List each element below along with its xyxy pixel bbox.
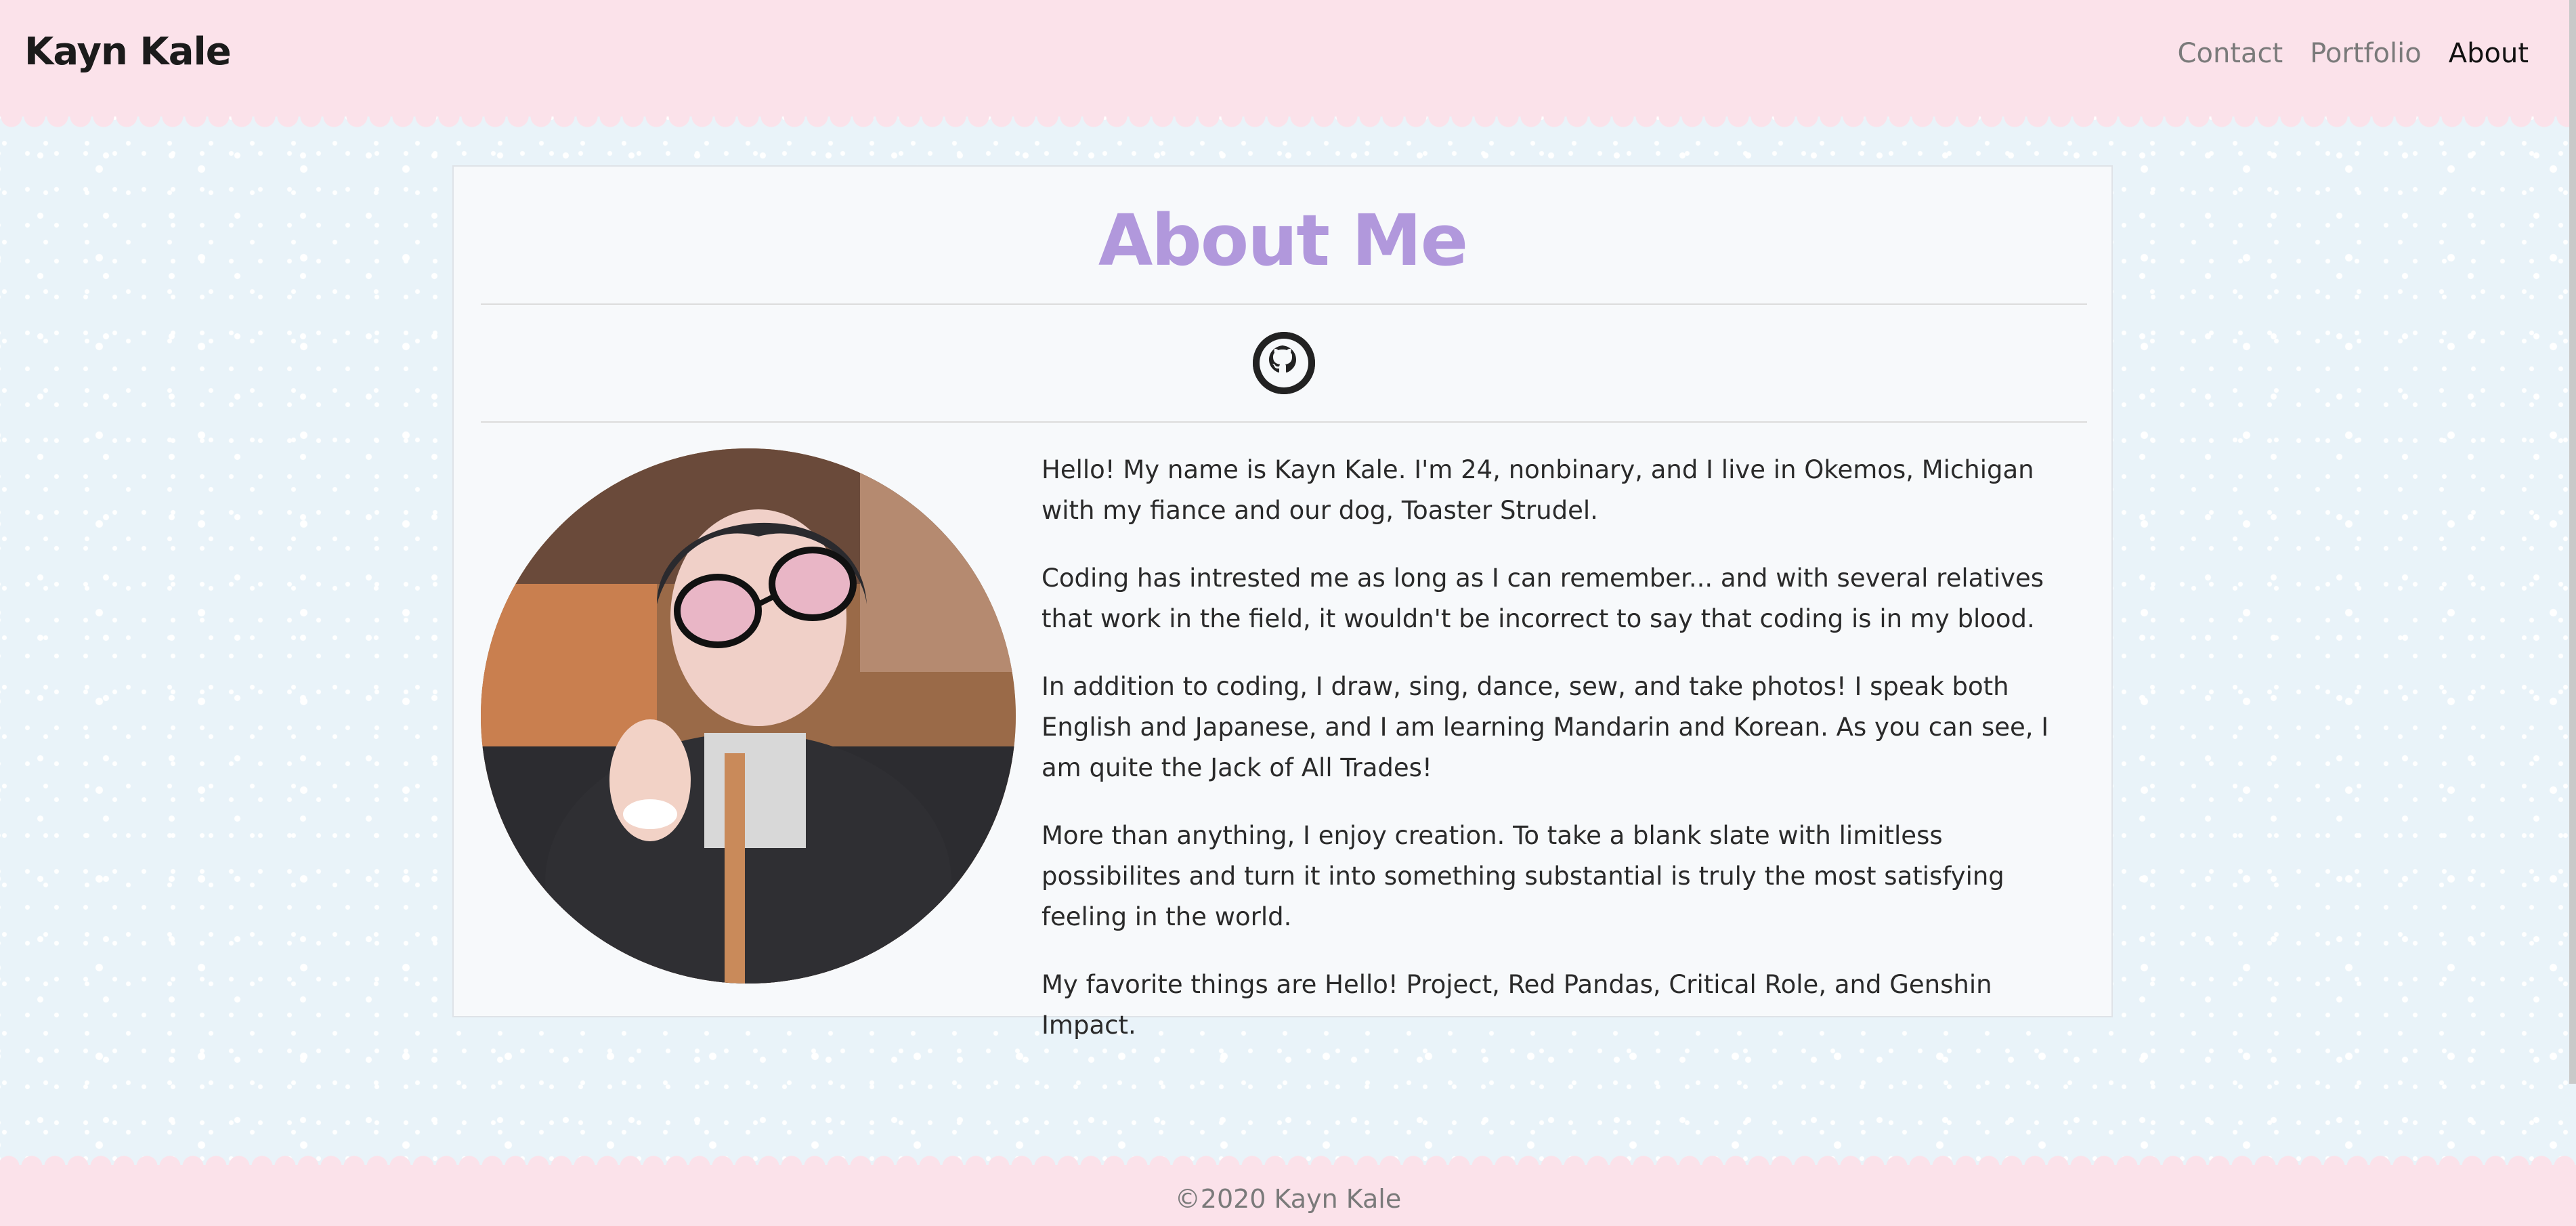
page-title: About Me — [1098, 199, 1468, 282]
divider — [481, 421, 2087, 423]
nav-links: Contact Portfolio About — [2178, 38, 2529, 69]
about-card: About Me Hello! My name is Kayn Kale. I'… — [452, 165, 2113, 1040]
github-icon-graphic — [1253, 332, 1315, 394]
github-icon[interactable] — [1253, 332, 1315, 394]
scrollbar[interactable] — [2569, 0, 2576, 1084]
about-text: Hello! My name is Kayn Kale. I'm 24, non… — [1042, 450, 2090, 1073]
footer: ©2020 Kayn Kale — [0, 1165, 2576, 1226]
about-paragraph: In addition to coding, I draw, sing, dan… — [1042, 672, 2049, 782]
profile-photo — [481, 448, 1016, 984]
brand-logo[interactable]: Kayn Kale — [24, 30, 232, 74]
navbar: Kayn Kale Contact Portfolio About — [0, 0, 2576, 131]
nav-portfolio-link[interactable]: Portfolio — [2310, 38, 2422, 69]
nav-about-link[interactable]: About — [2449, 38, 2529, 69]
about-paragraph: More than anything, I enjoy creation. To… — [1042, 821, 2004, 931]
about-paragraph: My favorite things are Hello! Project, R… — [1042, 970, 1992, 1040]
about-paragraph: Coding has intrested me as long as I can… — [1042, 564, 2044, 633]
nav-contact-link[interactable]: Contact — [2178, 38, 2283, 69]
about-paragraph: Hello! My name is Kayn Kale. I'm 24, non… — [1042, 455, 2034, 525]
copyright: ©2020 Kayn Kale — [1174, 1184, 1402, 1214]
divider — [481, 303, 2087, 305]
profile-photo-graphic — [481, 448, 1016, 984]
